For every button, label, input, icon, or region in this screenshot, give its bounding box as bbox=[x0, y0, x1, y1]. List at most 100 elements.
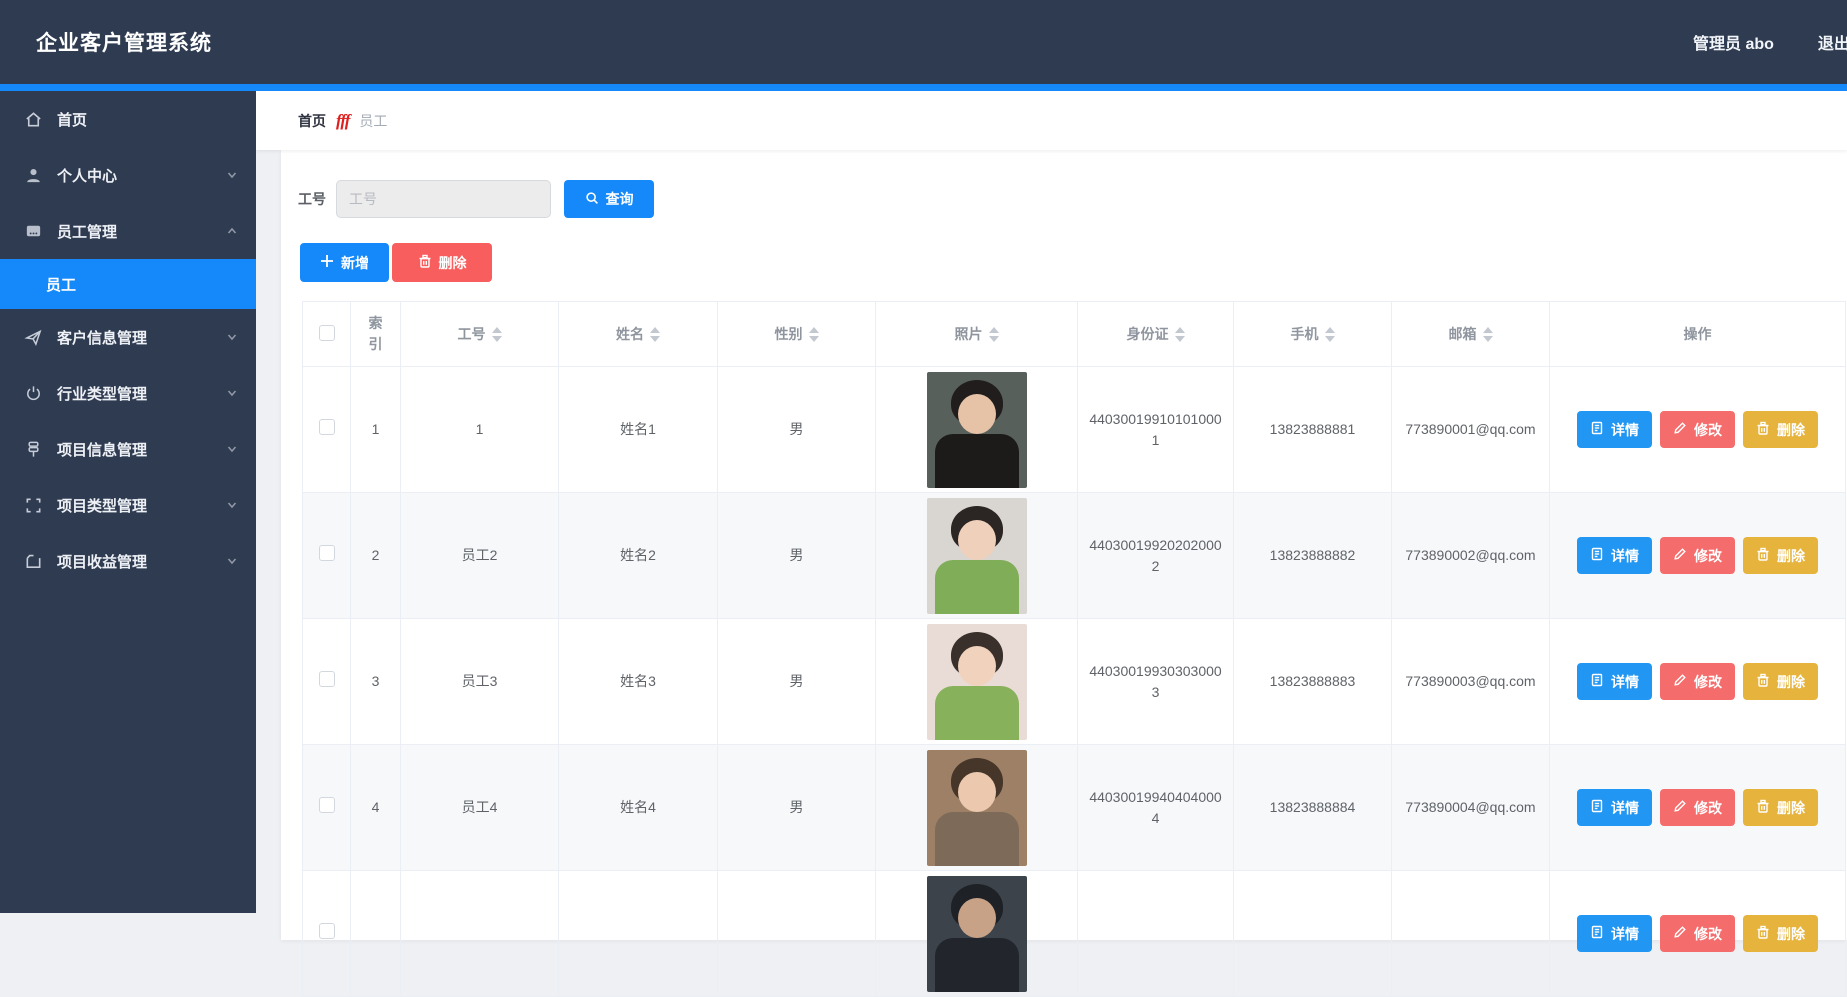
query-button[interactable]: 查询 bbox=[564, 180, 654, 218]
sidebar-item-label: 首页 bbox=[57, 111, 88, 129]
cell-email: 773890003@qq.com bbox=[1391, 618, 1550, 745]
employee-photo bbox=[926, 371, 1027, 488]
logout-link[interactable]: 退出登录 bbox=[1818, 30, 1847, 54]
employee-photo bbox=[926, 623, 1027, 740]
chevron-down-icon bbox=[226, 169, 238, 181]
breadcrumb-separator: fff bbox=[336, 110, 350, 130]
row-delete-button[interactable]: 删除 bbox=[1743, 789, 1818, 826]
row-checkbox[interactable] bbox=[318, 544, 335, 561]
sort-icon[interactable] bbox=[650, 326, 660, 342]
sort-icon[interactable] bbox=[1324, 326, 1335, 342]
detail-button[interactable]: 详情 bbox=[1577, 411, 1652, 448]
photo-clothes bbox=[934, 685, 1019, 740]
detail-button[interactable]: 详情 bbox=[1577, 789, 1652, 826]
row-delete-button-label: 删除 bbox=[1777, 925, 1805, 942]
sort-icon[interactable] bbox=[1482, 326, 1493, 342]
send-icon bbox=[24, 328, 43, 347]
detail-button[interactable]: 详情 bbox=[1577, 537, 1652, 574]
cell-gender: 男 bbox=[717, 618, 876, 745]
document-icon bbox=[1590, 421, 1604, 438]
row-delete-button[interactable]: 删除 bbox=[1743, 663, 1818, 700]
row-checkbox[interactable] bbox=[318, 670, 335, 687]
cell-gender: 男 bbox=[717, 492, 876, 619]
detail-button-label: 详情 bbox=[1611, 673, 1639, 690]
cell-index: 3 bbox=[350, 618, 401, 745]
chevron-down-icon bbox=[226, 443, 238, 455]
cell-emp-no: 员工4 bbox=[400, 744, 559, 871]
column-header-8[interactable]: 邮箱 bbox=[1391, 301, 1550, 367]
search-icon bbox=[585, 191, 599, 208]
delete-button-label: 删除 bbox=[438, 254, 467, 271]
sidebar: 首页个人中心 员工管理员工客户信息管理 行业类型管理 项目信息管理 项目类型管理 项目收益… bbox=[0, 91, 256, 913]
select-all-checkbox[interactable] bbox=[318, 324, 335, 341]
sort-icon[interactable] bbox=[491, 326, 502, 342]
row-checkbox[interactable] bbox=[318, 418, 335, 435]
photo-face bbox=[957, 393, 996, 434]
row-delete-button-label: 删除 bbox=[1777, 799, 1805, 816]
cell-id-card: 440300199303030003 bbox=[1077, 618, 1234, 745]
sort-icon[interactable] bbox=[808, 326, 819, 342]
detail-button-label: 详情 bbox=[1611, 799, 1639, 816]
edit-button[interactable]: 修改 bbox=[1660, 915, 1735, 952]
edit-button[interactable]: 修改 bbox=[1660, 411, 1735, 448]
cell-phone bbox=[1233, 870, 1392, 997]
cell-email: 773890004@qq.com bbox=[1391, 744, 1550, 871]
pen-icon bbox=[1673, 421, 1687, 438]
column-header-2[interactable]: 工号 bbox=[400, 301, 559, 367]
user-icon bbox=[24, 166, 43, 185]
column-header-3[interactable]: 姓名 bbox=[558, 301, 718, 367]
sidebar-item-1[interactable]: 个人中心 bbox=[0, 147, 256, 203]
current-user-link[interactable]: 管理员 abo bbox=[1693, 30, 1774, 54]
search-row: 工号 查询 bbox=[298, 180, 1847, 218]
row-delete-button[interactable]: 删除 bbox=[1743, 537, 1818, 574]
sidebar-item-6[interactable]: 项目信息管理 bbox=[0, 421, 256, 477]
breadcrumb-current: 员工 bbox=[359, 112, 388, 129]
photo-clothes bbox=[934, 559, 1019, 614]
detail-button[interactable]: 详情 bbox=[1577, 663, 1652, 700]
cell-emp-no: 1 bbox=[400, 366, 559, 493]
sidebar-item-8[interactable]: 项目收益管理 bbox=[0, 533, 256, 589]
edit-button[interactable]: 修改 bbox=[1660, 789, 1735, 826]
photo-clothes bbox=[934, 433, 1019, 488]
row-delete-button-label: 删除 bbox=[1777, 673, 1805, 690]
edit-button[interactable]: 修改 bbox=[1660, 663, 1735, 700]
row-delete-button[interactable]: 删除 bbox=[1743, 411, 1818, 448]
app-header: 企业客户管理系统 管理员 abo 退出登录 bbox=[0, 0, 1847, 84]
trash-icon bbox=[418, 254, 432, 271]
sidebar-item-4[interactable]: 客户信息管理 bbox=[0, 309, 256, 365]
sort-icon[interactable] bbox=[988, 326, 999, 342]
employee-table-wrap: 索引 工号 姓名 性别 照片 身份证 手机 邮箱 操作 1 1 姓名1 男 4403001991… bbox=[302, 301, 1846, 997]
sidebar-item-7[interactable]: 项目类型管理 bbox=[0, 477, 256, 533]
column-header-5[interactable]: 照片 bbox=[875, 301, 1078, 367]
cell-name bbox=[558, 870, 718, 997]
row-delete-button[interactable]: 删除 bbox=[1743, 915, 1818, 952]
sidebar-item-5[interactable]: 行业类型管理 bbox=[0, 365, 256, 421]
column-header-7[interactable]: 手机 bbox=[1233, 301, 1392, 367]
search-input[interactable] bbox=[336, 180, 551, 218]
column-header-4[interactable]: 性别 bbox=[717, 301, 876, 367]
sort-icon[interactable] bbox=[1174, 326, 1185, 342]
sidebar-item-0[interactable]: 首页 bbox=[0, 91, 256, 147]
row-checkbox[interactable] bbox=[318, 922, 335, 939]
breadcrumb: 首页 fff 员工 bbox=[298, 111, 387, 131]
sidebar-subitem-3[interactable]: 员工 bbox=[0, 259, 256, 309]
power-icon bbox=[24, 384, 43, 403]
row-actions: 详情 修改 删除 bbox=[1560, 789, 1835, 826]
delete-button[interactable]: 删除 bbox=[392, 243, 492, 282]
column-label: 照片 bbox=[954, 326, 983, 342]
chevron-down-icon bbox=[226, 331, 238, 343]
add-button[interactable]: 新增 bbox=[300, 243, 389, 282]
content-card: 工号 查询 新增 删除 bbox=[281, 150, 1847, 997]
detail-button[interactable]: 详情 bbox=[1577, 915, 1652, 952]
column-label: 姓名 bbox=[616, 326, 644, 342]
expand-icon bbox=[24, 496, 43, 515]
table-row: 详情 修改 删除 bbox=[302, 870, 1846, 997]
edit-button[interactable]: 修改 bbox=[1660, 537, 1735, 574]
breadcrumb-home[interactable]: 首页 bbox=[298, 111, 326, 131]
row-checkbox[interactable] bbox=[318, 796, 335, 813]
cell-phone: 13823888883 bbox=[1233, 618, 1392, 745]
trash-icon bbox=[1756, 799, 1770, 816]
sidebar-subitem-label: 员工 bbox=[46, 276, 77, 294]
sidebar-item-2[interactable]: 员工管理 bbox=[0, 203, 256, 259]
column-header-6[interactable]: 身份证 bbox=[1077, 301, 1234, 367]
